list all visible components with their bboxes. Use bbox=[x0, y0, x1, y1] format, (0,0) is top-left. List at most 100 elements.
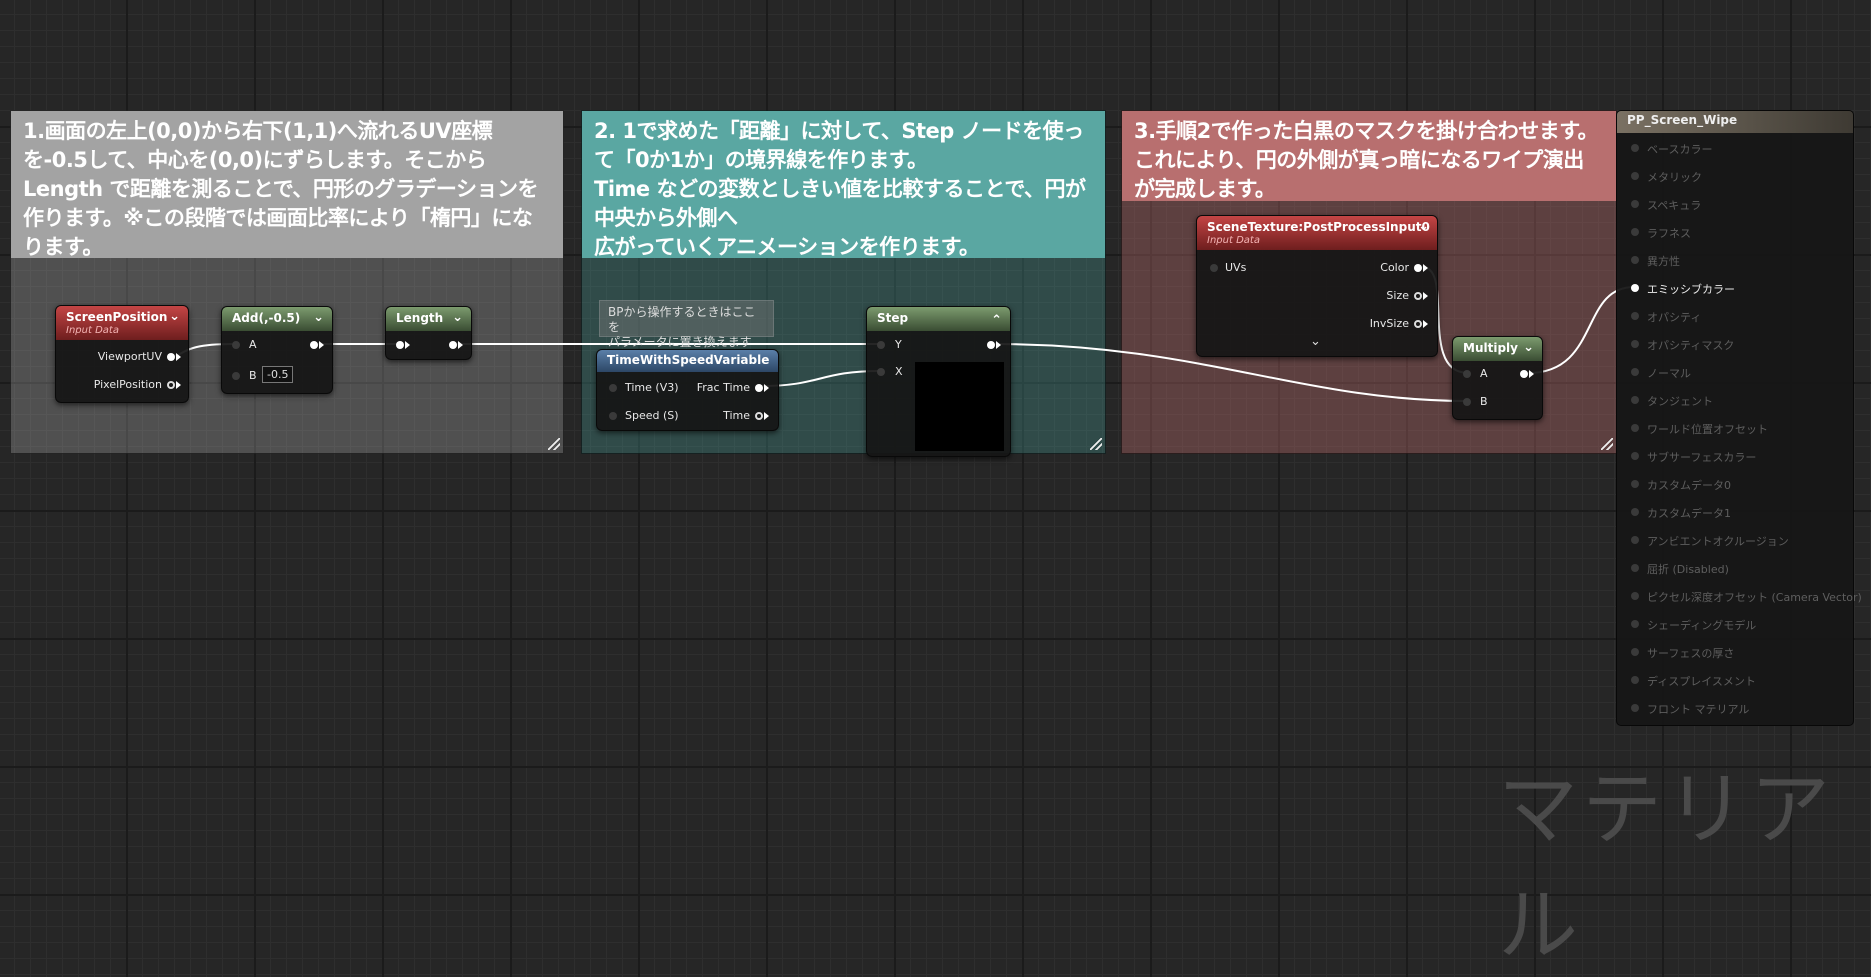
pin-icon[interactable] bbox=[1631, 312, 1639, 320]
pin-viewportuv-icon[interactable] bbox=[167, 353, 175, 361]
pin-input-icon[interactable] bbox=[396, 341, 404, 349]
screen-position-node[interactable]: ScreenPosition Input Data ⌄ ViewportUV P… bbox=[55, 305, 189, 403]
pin-output-icon[interactable] bbox=[449, 341, 457, 349]
output-pin-label: ラフネス bbox=[1647, 227, 1691, 240]
node-subtitle: Input Data bbox=[66, 325, 119, 336]
pin-icon[interactable] bbox=[1631, 508, 1639, 516]
node-title: Add(,-0.5) ⌄ bbox=[222, 307, 332, 331]
comment-resize-handle[interactable] bbox=[1601, 438, 1613, 450]
step-node[interactable]: Step ⌃ Y X bbox=[866, 306, 1011, 457]
chevron-down-icon[interactable]: ⌄ bbox=[313, 310, 324, 325]
output-pin-label: スペキュラ bbox=[1647, 199, 1702, 212]
pin-uvs-icon[interactable] bbox=[1210, 264, 1218, 272]
pin-icon[interactable] bbox=[1631, 172, 1639, 180]
output-pin-label: フロント マテリアル bbox=[1647, 703, 1750, 716]
pin-speed-label: Speed (S) bbox=[625, 409, 679, 422]
pin-color-icon[interactable] bbox=[1414, 264, 1422, 272]
graph-type-watermark: マテリアル bbox=[1498, 763, 1834, 972]
pin-b-label: B bbox=[249, 369, 257, 382]
output-pin-label: ピクセル深度オフセット (Camera Vector) bbox=[1647, 591, 1862, 604]
pin-speed-icon[interactable] bbox=[609, 412, 617, 420]
pin-arrow-icon bbox=[405, 341, 410, 349]
multiply-node[interactable]: Multiply ⌄ A B bbox=[1452, 336, 1543, 420]
pin-icon[interactable] bbox=[1631, 424, 1639, 432]
pin-b-value-input[interactable]: -0.5 bbox=[262, 366, 294, 383]
pin-icon[interactable] bbox=[1631, 620, 1639, 628]
comment-text-step-3: 3.手順2で作った白黒のマスクを掛け合わせます。これにより、円の外側が真っ暗にな… bbox=[1122, 111, 1616, 201]
node-title-text: Step bbox=[877, 311, 909, 325]
parameter-note-text: BPから操作するときはここを パラメータに置き換えます bbox=[608, 305, 756, 349]
pin-uvs-label: UVs bbox=[1225, 261, 1247, 274]
node-title: SceneTexture:PostProcessInput0 Input Dat… bbox=[1197, 216, 1437, 250]
pin-icon[interactable] bbox=[1631, 340, 1639, 348]
pin-b-label: B bbox=[1480, 395, 1488, 408]
pin-icon[interactable] bbox=[1631, 396, 1639, 404]
pin-x-icon[interactable] bbox=[877, 368, 885, 376]
material-output-title: PP_Screen_Wipe bbox=[1617, 111, 1853, 133]
pin-icon[interactable] bbox=[1631, 564, 1639, 572]
pin-icon[interactable] bbox=[1631, 648, 1639, 656]
pin-icon[interactable] bbox=[1631, 368, 1639, 376]
pin-frac-time-icon[interactable] bbox=[755, 384, 763, 392]
pin-size-icon[interactable] bbox=[1414, 292, 1422, 300]
pin-size-label: Size bbox=[1386, 289, 1409, 302]
comment-resize-handle[interactable] bbox=[1090, 438, 1102, 450]
node-title: Multiply ⌄ bbox=[1453, 337, 1542, 361]
chevron-up-icon[interactable]: ⌃ bbox=[991, 313, 1002, 328]
pin-b-icon[interactable] bbox=[232, 372, 240, 380]
time-with-speed-variable-node[interactable]: TimeWithSpeedVariable Time (V3) Frac Tim… bbox=[596, 349, 779, 431]
pin-time-v3-icon[interactable] bbox=[609, 384, 617, 392]
pin-icon[interactable] bbox=[1631, 200, 1639, 208]
pin-icon[interactable] bbox=[1631, 536, 1639, 544]
chevron-down-icon[interactable]: ⌄ bbox=[1523, 340, 1534, 355]
output-pin-label: エミッシブカラー bbox=[1647, 283, 1735, 296]
comment-resize-handle[interactable] bbox=[548, 438, 560, 450]
pin-icon[interactable] bbox=[1631, 144, 1639, 152]
output-pin-label: サーフェスの厚さ bbox=[1647, 647, 1735, 660]
length-node[interactable]: Length ⌄ bbox=[385, 306, 472, 360]
output-pin-label: 屈折 (Disabled) bbox=[1647, 563, 1729, 576]
pin-icon[interactable] bbox=[1631, 592, 1639, 600]
scene-texture-node[interactable]: SceneTexture:PostProcessInput0 Input Dat… bbox=[1196, 215, 1438, 357]
pin-icon[interactable] bbox=[1631, 676, 1639, 684]
pin-a-icon[interactable] bbox=[232, 341, 240, 349]
material-output-node[interactable]: PP_Screen_Wipe ベースカラー メタリック スペキュラ ラフネス 異… bbox=[1616, 110, 1862, 726]
pin-icon[interactable] bbox=[1631, 228, 1639, 236]
chevron-down-icon[interactable]: ⌄ bbox=[169, 309, 180, 324]
chevron-down-icon[interactable]: ⌄ bbox=[1418, 219, 1429, 234]
pin-output-icon[interactable] bbox=[310, 341, 318, 349]
pin-icon[interactable] bbox=[1631, 256, 1639, 264]
pin-time-label: Time bbox=[723, 409, 750, 422]
pin-arrow-icon bbox=[1423, 292, 1428, 300]
pin-arrow-icon bbox=[319, 341, 324, 349]
pin-icon[interactable] bbox=[1631, 452, 1639, 460]
output-pin-label: アンビエントオクルージョン bbox=[1647, 535, 1789, 548]
pin-icon[interactable] bbox=[1631, 480, 1639, 488]
add-node[interactable]: Add(,-0.5) ⌄ A B -0.5 bbox=[221, 306, 333, 394]
node-title-text: Multiply bbox=[1463, 341, 1518, 355]
pin-frac-time-label: Frac Time bbox=[696, 381, 750, 394]
pin-a-icon[interactable] bbox=[1463, 370, 1471, 378]
output-pin-label: 異方性 bbox=[1647, 255, 1680, 268]
parameter-note[interactable]: BPから操作するときはここを パラメータに置き換えます bbox=[599, 300, 774, 349]
expand-chevron-icon[interactable]: ⌄ bbox=[1310, 334, 1321, 349]
pin-output-icon[interactable] bbox=[1520, 370, 1528, 378]
node-title: Length ⌄ bbox=[386, 307, 471, 331]
pin-invsize-icon[interactable] bbox=[1414, 320, 1422, 328]
output-pin-label: オパシティマスク bbox=[1647, 339, 1735, 352]
pin-icon[interactable] bbox=[1631, 284, 1639, 292]
chevron-down-icon[interactable]: ⌄ bbox=[452, 310, 463, 325]
node-title-text: SceneTexture:PostProcessInput0 bbox=[1207, 220, 1430, 234]
output-pin-label: シェーディングモデル bbox=[1647, 619, 1757, 632]
comment-text-step-2: 2. 1で求めた「距離」に対して、Step ノードを使って「0か1か」の境界線を… bbox=[582, 111, 1105, 259]
pin-b-icon[interactable] bbox=[1463, 398, 1471, 406]
pin-y-icon[interactable] bbox=[877, 341, 885, 349]
pin-icon[interactable] bbox=[1631, 704, 1639, 712]
pin-pixelposition-icon[interactable] bbox=[167, 381, 175, 389]
pin-x-label: X bbox=[895, 365, 903, 378]
node-subtitle: Input Data bbox=[1207, 235, 1260, 246]
pin-y-label: Y bbox=[895, 338, 902, 351]
output-pin-label: カスタムデータ0 bbox=[1647, 479, 1731, 492]
pin-time-icon[interactable] bbox=[755, 412, 763, 420]
pin-output-icon[interactable] bbox=[987, 341, 995, 349]
